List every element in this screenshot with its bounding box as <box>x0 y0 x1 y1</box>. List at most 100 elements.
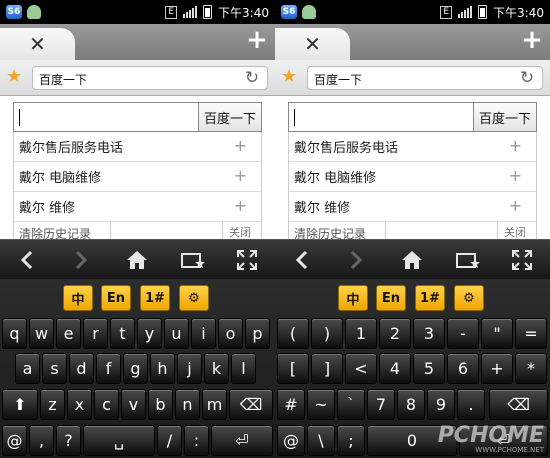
key[interactable]: ; <box>337 425 365 456</box>
home-icon[interactable] <box>122 245 152 275</box>
bookmarks-icon[interactable] <box>178 245 208 275</box>
key[interactable]: r <box>83 318 108 349</box>
suggestion-item[interactable]: 戴尔售后服务电话 + <box>14 132 261 162</box>
key[interactable]: k <box>204 353 229 384</box>
settings-gear-icon[interactable]: ⚙ <box>179 285 209 311</box>
home-icon[interactable] <box>397 245 427 275</box>
browser-tab[interactable]: ✕ <box>275 28 350 60</box>
settings-gear-icon[interactable]: ⚙ <box>454 285 484 311</box>
key[interactable]: ⏎ <box>211 425 273 456</box>
key[interactable]: ? <box>56 425 81 456</box>
symbol-mode-key[interactable]: 1# <box>415 285 445 311</box>
key[interactable]: @ <box>277 425 305 456</box>
bookmark-star-icon[interactable]: ★ <box>6 67 22 87</box>
key[interactable]: w <box>29 318 54 349</box>
key[interactable]: / <box>157 425 182 456</box>
reload-icon[interactable]: ↻ <box>516 67 538 89</box>
key[interactable]: - <box>447 318 479 349</box>
key[interactable]: b <box>148 389 173 420</box>
key[interactable]: : <box>184 425 209 456</box>
key[interactable]: v <box>121 389 146 420</box>
reload-icon[interactable]: ↻ <box>241 67 263 89</box>
key[interactable]: = <box>515 318 547 349</box>
key[interactable]: 4 <box>379 353 411 384</box>
plus-icon[interactable]: + <box>509 138 522 154</box>
key[interactable]: x <box>67 389 92 420</box>
plus-icon[interactable]: + <box>234 198 247 214</box>
key[interactable]: 3 <box>413 318 445 349</box>
key[interactable]: h <box>150 353 175 384</box>
key[interactable]: l <box>231 353 256 384</box>
key[interactable]: ] <box>311 353 343 384</box>
search-input[interactable] <box>288 102 474 132</box>
fullscreen-icon[interactable] <box>232 245 262 275</box>
close-suggestions-button[interactable]: 关闭 <box>504 224 526 240</box>
key[interactable]: 9 <box>427 389 455 420</box>
key[interactable]: 5 <box>413 353 445 384</box>
key[interactable]: ⌫ <box>229 389 273 420</box>
key[interactable]: 8 <box>397 389 425 420</box>
key[interactable]: d <box>69 353 94 384</box>
plus-icon[interactable]: + <box>509 198 522 214</box>
back-icon[interactable] <box>12 245 42 275</box>
key[interactable]: \ <box>307 425 335 456</box>
key[interactable]: q <box>2 318 27 349</box>
symbol-mode-key[interactable]: 1# <box>140 285 170 311</box>
key[interactable]: o <box>218 318 243 349</box>
key[interactable]: 6 <box>447 353 479 384</box>
key[interactable]: j <box>177 353 202 384</box>
key[interactable]: . <box>457 389 485 420</box>
url-field[interactable]: 百度一下 ↻ <box>32 66 268 90</box>
key[interactable]: ( <box>277 318 309 349</box>
key[interactable]: a <box>15 353 40 384</box>
key[interactable]: ~ <box>307 389 335 420</box>
key[interactable]: ` <box>337 389 365 420</box>
browser-tab[interactable]: ✕ <box>0 28 75 60</box>
key[interactable]: m <box>202 389 227 420</box>
new-tab-button[interactable]: + <box>520 27 544 54</box>
key[interactable]: ⌫ <box>489 389 548 420</box>
key[interactable]: t <box>110 318 135 349</box>
plus-icon[interactable]: + <box>234 168 247 184</box>
suggestion-item[interactable]: 戴尔 电脑维修 + <box>14 162 261 192</box>
key[interactable]: e <box>56 318 81 349</box>
key[interactable]: * <box>515 353 547 384</box>
suggestion-item[interactable]: 戴尔 维修 + <box>14 192 261 222</box>
key[interactable]: ␣ <box>83 425 155 456</box>
key[interactable]: i <box>191 318 216 349</box>
back-icon[interactable] <box>287 245 317 275</box>
forward-icon[interactable] <box>341 245 371 275</box>
key[interactable]: @ <box>2 425 27 456</box>
search-input[interactable] <box>13 102 199 132</box>
key[interactable]: , <box>29 425 54 456</box>
search-button[interactable]: 百度一下 <box>474 102 537 132</box>
key[interactable]: z <box>40 389 65 420</box>
close-tab-icon[interactable]: ✕ <box>29 34 46 54</box>
key[interactable]: # <box>277 389 305 420</box>
english-mode-key[interactable]: En <box>376 285 406 311</box>
suggestion-item[interactable]: 戴尔 维修 + <box>289 192 536 222</box>
key[interactable]: p <box>245 318 270 349</box>
key[interactable]: s <box>42 353 67 384</box>
key[interactable]: + <box>481 353 513 384</box>
bookmarks-icon[interactable] <box>453 245 483 275</box>
english-mode-key[interactable]: En <box>101 285 131 311</box>
search-button[interactable]: 百度一下 <box>199 102 262 132</box>
new-tab-button[interactable]: + <box>245 27 269 54</box>
key[interactable]: u <box>164 318 189 349</box>
close-tab-icon[interactable]: ✕ <box>304 34 321 54</box>
key[interactable]: < <box>345 353 377 384</box>
key[interactable]: g <box>123 353 148 384</box>
key[interactable]: 1 <box>345 318 377 349</box>
plus-icon[interactable]: + <box>509 168 522 184</box>
key[interactable]: [ <box>277 353 309 384</box>
chinese-mode-key[interactable]: 中 <box>338 285 368 311</box>
key[interactable]: 7 <box>367 389 395 420</box>
url-field[interactable]: 百度一下 ↻ <box>307 66 543 90</box>
key[interactable]: c <box>94 389 119 420</box>
forward-icon[interactable] <box>66 245 96 275</box>
suggestion-item[interactable]: 戴尔 电脑维修 + <box>289 162 536 192</box>
key[interactable]: f <box>96 353 121 384</box>
key[interactable]: ) <box>311 318 343 349</box>
key[interactable]: y <box>137 318 162 349</box>
